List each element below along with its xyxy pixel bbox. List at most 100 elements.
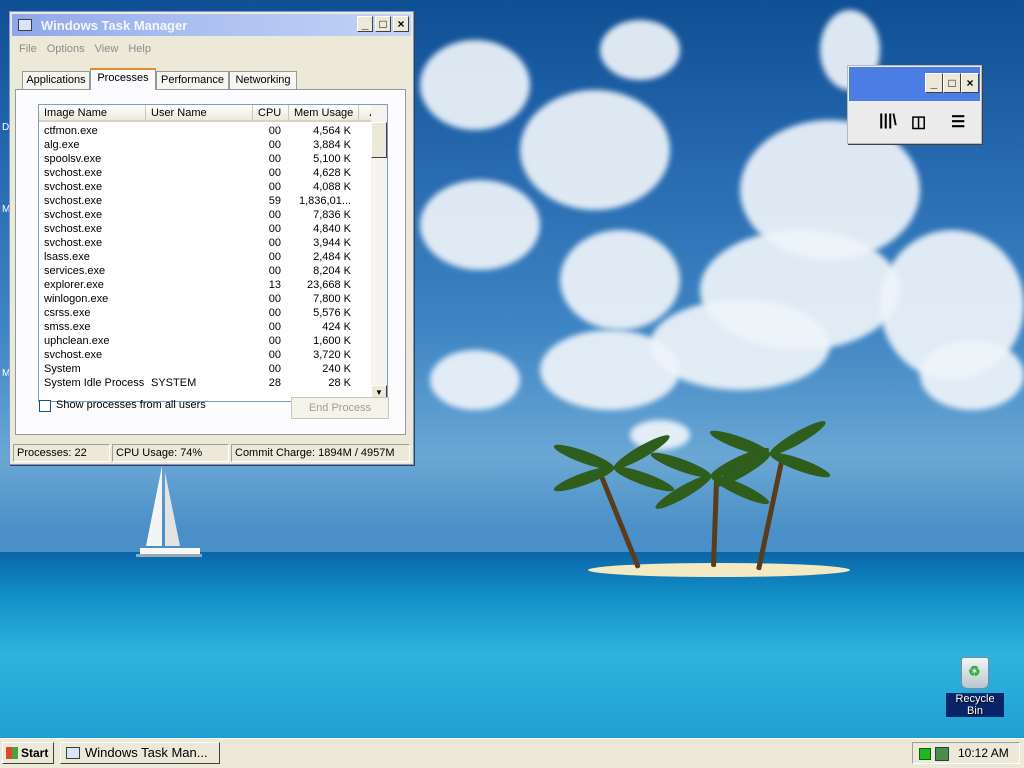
table-row[interactable]: System Idle Process SYSTEM 28 28 K — [39, 376, 371, 390]
mini-close-button[interactable]: × — [961, 73, 979, 93]
process-user-name: SYSTEM — [151, 377, 197, 389]
table-row[interactable]: svchost.exe 59 1,836,01... — [39, 194, 371, 208]
table-row[interactable]: svchost.exe 00 4,088 K — [39, 180, 371, 194]
recycle-bin-label: Recycle Bin — [946, 693, 1004, 717]
process-mem-usage: 240 K — [322, 363, 351, 375]
process-image-name: svchost.exe — [44, 209, 103, 221]
process-image-name: svchost.exe — [44, 167, 103, 179]
mini-window: _ □ × |||\ ◫ ☰ — [847, 65, 982, 144]
process-list[interactable]: Image Name User Name CPU Mem Usage ▲ ctf… — [38, 104, 388, 402]
process-image-name: svchost.exe — [44, 195, 103, 207]
table-row[interactable]: csrss.exe 00 5,576 K — [39, 306, 371, 320]
process-mem-usage: 1,600 K — [313, 335, 351, 347]
process-cpu: 00 — [268, 265, 281, 277]
process-mem-usage: 23,668 K — [306, 279, 351, 291]
process-cpu: 00 — [268, 307, 281, 319]
library-icon[interactable]: |||\ — [879, 112, 897, 130]
tab-applications[interactable]: Applications — [22, 71, 90, 90]
process-image-name: csrss.exe — [44, 307, 91, 319]
table-row[interactable]: ctfmon.exe 00 4,564 K — [39, 124, 371, 138]
process-image-name: System — [44, 363, 81, 375]
process-image-name: services.exe — [44, 265, 106, 277]
column-image-name[interactable]: Image Name — [39, 105, 146, 122]
process-image-name: svchost.exe — [44, 349, 103, 361]
clock[interactable]: 10:12 AM — [958, 746, 1009, 760]
column-user-name[interactable]: User Name — [146, 105, 253, 122]
table-row[interactable]: alg.exe 00 3,884 K — [39, 138, 371, 152]
table-row[interactable]: smss.exe 00 424 K — [39, 320, 371, 334]
menu-options[interactable]: Options — [47, 39, 85, 59]
close-button[interactable]: × — [393, 16, 409, 32]
table-row[interactable]: spoolsv.exe 00 5,100 K — [39, 152, 371, 166]
process-mem-usage: 4,088 K — [313, 181, 351, 193]
recycle-bin-icon: ♻ — [961, 657, 989, 689]
taskbar-task-manager-button[interactable]: Windows Task Man... — [60, 742, 220, 764]
menu-icon[interactable]: ☰ — [951, 112, 965, 132]
island — [588, 563, 850, 577]
menu-file[interactable]: File — [19, 39, 37, 59]
process-mem-usage: 4,564 K — [313, 125, 351, 137]
maximize-button[interactable]: □ — [375, 16, 391, 32]
mini-maximize-button[interactable]: □ — [943, 73, 961, 93]
task-manager-window: Windows Task Manager _ □ × File Options Vi… — [9, 11, 414, 465]
task-manager-icon — [18, 19, 32, 31]
sidebar-icon[interactable]: ◫ — [911, 112, 926, 132]
table-row[interactable]: uphclean.exe 00 1,600 K — [39, 334, 371, 348]
end-process-button[interactable]: End Process — [291, 397, 389, 419]
column-cpu[interactable]: CPU — [253, 105, 289, 122]
process-cpu: 00 — [268, 363, 281, 375]
process-image-name: lsass.exe — [44, 251, 90, 263]
safely-remove-icon[interactable] — [935, 747, 949, 761]
start-label: Start — [21, 746, 49, 760]
title-bar[interactable]: Windows Task Manager _ □ × — [12, 14, 411, 36]
process-mem-usage: 4,840 K — [313, 223, 351, 235]
process-rows: ctfmon.exe 00 4,564 Kalg.exe 00 3,884 Kspool… — [39, 124, 371, 390]
process-mem-usage: 4,628 K — [313, 167, 351, 179]
status-bar: Processes: 22 CPU Usage: 74% Commit Char… — [13, 444, 410, 462]
process-cpu: 28 — [268, 377, 281, 389]
table-row[interactable]: lsass.exe 00 2,484 K — [39, 250, 371, 264]
table-row[interactable]: services.exe 00 8,204 K — [39, 264, 371, 278]
menu-help[interactable]: Help — [128, 39, 151, 59]
window-title: Windows Task Manager — [41, 18, 188, 33]
process-image-name: alg.exe — [44, 139, 80, 151]
table-row[interactable]: winlogon.exe 00 7,800 K — [39, 292, 371, 306]
process-mem-usage: 5,576 K — [313, 307, 351, 319]
column-mem-usage[interactable]: Mem Usage — [289, 105, 359, 122]
process-mem-usage: 28 K — [328, 377, 351, 389]
process-image-name: svchost.exe — [44, 237, 103, 249]
process-image-name: spoolsv.exe — [44, 153, 102, 165]
table-row[interactable]: svchost.exe 00 3,720 K — [39, 348, 371, 362]
start-button[interactable]: Start — [2, 742, 54, 764]
process-mem-usage: 7,800 K — [313, 293, 351, 305]
process-cpu: 00 — [268, 167, 281, 179]
process-mem-usage: 2,484 K — [313, 251, 351, 263]
scroll-thumb[interactable] — [371, 122, 387, 158]
table-row[interactable]: svchost.exe 00 7,836 K — [39, 208, 371, 222]
status-cpu-usage: CPU Usage: 74% — [112, 444, 229, 462]
process-mem-usage: 3,884 K — [313, 139, 351, 151]
minimize-button[interactable]: _ — [357, 16, 373, 32]
network-status-icon[interactable] — [919, 748, 931, 760]
table-row[interactable]: svchost.exe 00 4,840 K — [39, 222, 371, 236]
menu-bar: File Options View Help — [14, 39, 156, 59]
tab-processes[interactable]: Processes — [90, 68, 156, 90]
table-row[interactable]: svchost.exe 00 4,628 K — [39, 166, 371, 180]
task-manager-icon — [66, 747, 80, 759]
table-row[interactable]: explorer.exe 13 23,668 K — [39, 278, 371, 292]
status-processes: Processes: 22 — [13, 444, 110, 462]
process-cpu: 00 — [268, 335, 281, 347]
tab-networking[interactable]: Networking — [229, 71, 297, 90]
tab-performance[interactable]: Performance — [156, 71, 229, 90]
show-all-users-checkbox[interactable] — [39, 400, 51, 412]
recycle-bin[interactable]: ♻ Recycle Bin — [946, 657, 1004, 717]
menu-view[interactable]: View — [95, 39, 119, 59]
list-header: Image Name User Name CPU Mem Usage ▲ — [39, 105, 387, 122]
mini-minimize-button[interactable]: _ — [925, 73, 943, 93]
system-tray: 10:12 AM — [912, 742, 1020, 764]
table-row[interactable]: System 00 240 K — [39, 362, 371, 376]
table-row[interactable]: svchost.exe 00 3,944 K — [39, 236, 371, 250]
sea — [0, 552, 1024, 738]
process-mem-usage: 3,944 K — [313, 237, 351, 249]
vertical-scrollbar[interactable]: ▼ — [371, 105, 387, 401]
